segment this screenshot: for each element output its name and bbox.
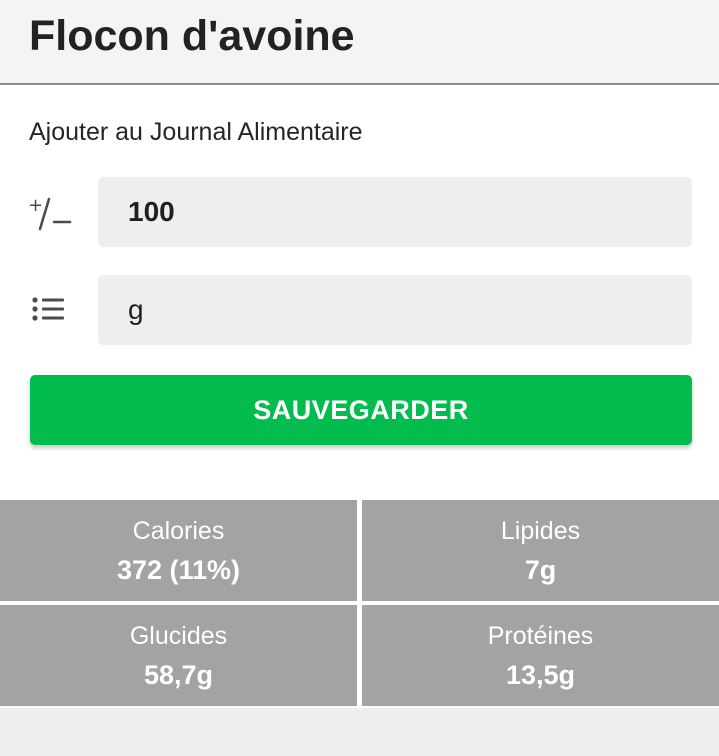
svg-text:+: + bbox=[28, 195, 43, 216]
page-title: Flocon d'avoine bbox=[29, 12, 355, 60]
nutrition-grid: Calories 372 (11%) Lipides 7g Glucides 5… bbox=[0, 500, 719, 708]
unit-select[interactable]: g bbox=[98, 275, 692, 345]
glucides-value: 58,7g bbox=[143, 659, 214, 690]
quantity-input[interactable]: 100 bbox=[98, 177, 692, 247]
lipides-tile: Lipides 7g bbox=[362, 500, 719, 601]
glucides-tile: Glucides 58,7g bbox=[0, 605, 357, 706]
lipides-label: Lipides bbox=[500, 516, 581, 545]
calories-value: 372 (11%) bbox=[116, 554, 241, 585]
proteines-label: Protéines bbox=[487, 621, 594, 650]
quantity-value: 100 bbox=[128, 196, 175, 227]
calories-label: Calories bbox=[132, 516, 225, 545]
unit-value: g bbox=[128, 294, 144, 325]
glucides-label: Glucides bbox=[129, 621, 228, 650]
plus-minus-icon: + bbox=[24, 190, 74, 234]
calories-tile: Calories 372 (11%) bbox=[0, 500, 357, 601]
proteines-tile: Protéines 13,5g bbox=[362, 605, 719, 706]
list-icon bbox=[24, 288, 74, 332]
app-header: Flocon d'avoine bbox=[0, 0, 719, 85]
footer-bar bbox=[0, 708, 719, 756]
section-title: Ajouter au Journal Alimentaire bbox=[29, 118, 363, 146]
save-button[interactable]: SAUVEGARDER bbox=[30, 375, 692, 445]
lipides-value: 7g bbox=[524, 554, 557, 585]
proteines-value: 13,5g bbox=[505, 659, 576, 690]
